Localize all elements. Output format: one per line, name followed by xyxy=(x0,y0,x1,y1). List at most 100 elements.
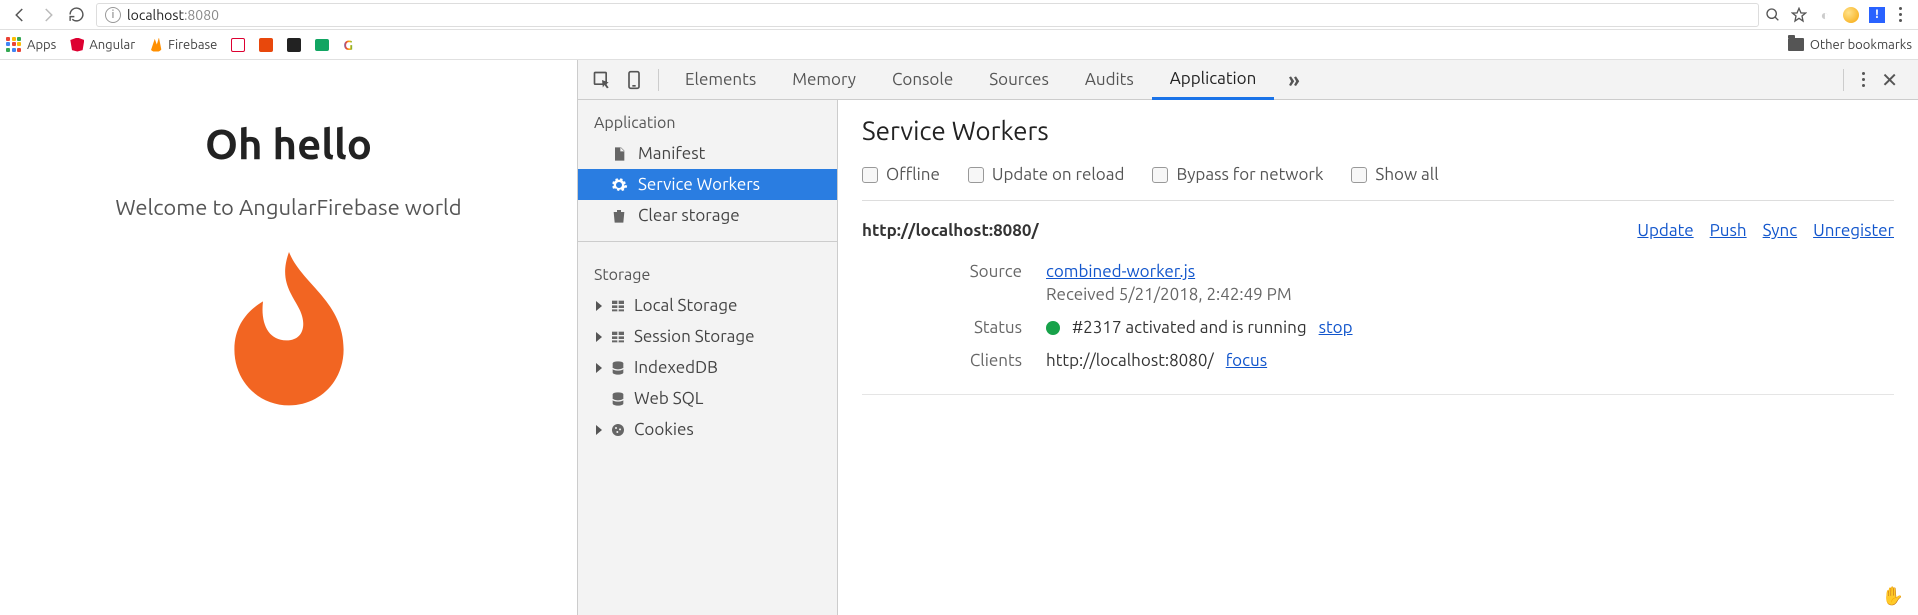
bookmark-5-icon xyxy=(259,38,273,52)
sw-action-push[interactable]: Push xyxy=(1710,221,1747,240)
bookmark-4[interactable] xyxy=(231,38,245,52)
sw-status-text: #2317 activated and is running xyxy=(1072,318,1307,337)
sidebar-item-label: Service Workers xyxy=(638,175,760,194)
checkbox[interactable] xyxy=(1351,167,1367,183)
google-icon: G xyxy=(343,37,353,53)
bookmark-angular[interactable]: Angular xyxy=(70,38,135,52)
table-icon xyxy=(610,298,626,314)
other-bookmarks[interactable]: Other bookmarks xyxy=(1788,38,1912,52)
site-info-icon[interactable]: i xyxy=(105,7,121,23)
tab-sources[interactable]: Sources xyxy=(971,60,1067,100)
table-icon xyxy=(610,329,626,345)
sidebar-item-label: Clear storage xyxy=(638,206,740,225)
devtools-menu-button[interactable] xyxy=(1858,68,1869,91)
inspect-element-button[interactable] xyxy=(586,64,618,96)
sw-source-received: Received 5/21/2018, 2:42:49 PM xyxy=(1046,285,1292,304)
nav-right-icons: ◐ ! xyxy=(1765,3,1912,26)
cookie-icon xyxy=(610,422,626,438)
bookmarks-apps[interactable]: Apps xyxy=(6,37,56,53)
folder-icon xyxy=(1788,38,1804,51)
service-worker-block: http://localhost:8080/ Update Push Sync … xyxy=(862,221,1894,395)
tab-memory[interactable]: Memory xyxy=(774,60,874,100)
trash-icon xyxy=(610,207,628,225)
sidebar-item-service-workers[interactable]: Service Workers xyxy=(578,169,837,200)
sw-source-file[interactable]: combined-worker.js xyxy=(1046,262,1292,281)
tabs-overflow-button[interactable]: » xyxy=(1274,68,1313,91)
expand-icon[interactable] xyxy=(596,363,602,373)
browser-nav-bar: i localhost:8080 ◐ ! xyxy=(0,0,1918,30)
checkbox[interactable] xyxy=(968,167,984,183)
zoom-icon[interactable] xyxy=(1765,7,1781,23)
tab-separator xyxy=(658,69,659,91)
panel-title: Service Workers xyxy=(862,116,1894,145)
forward-button[interactable] xyxy=(34,1,62,29)
sidebar-item-label: Session Storage xyxy=(634,327,755,346)
status-dot-icon xyxy=(1046,321,1060,335)
sw-action-update[interactable]: Update xyxy=(1637,221,1693,240)
reload-button[interactable] xyxy=(62,1,90,29)
tab-audits[interactable]: Audits xyxy=(1067,60,1152,100)
sidebar-item-manifest[interactable]: Manifest xyxy=(578,138,837,169)
hand-cursor-icon: ✋ xyxy=(1882,586,1904,607)
row-label: Clients xyxy=(862,351,1022,370)
browser-menu-button[interactable] xyxy=(1895,3,1906,26)
back-button[interactable] xyxy=(6,1,34,29)
bookmark-7-icon xyxy=(315,39,329,51)
expand-icon[interactable] xyxy=(596,332,602,342)
angular-icon xyxy=(70,38,84,52)
sidebar-item-local-storage[interactable]: Local Storage xyxy=(578,290,837,321)
option-offline[interactable]: Offline xyxy=(862,165,940,184)
tab-console[interactable]: Console xyxy=(874,60,971,100)
bookmark-6[interactable] xyxy=(287,38,301,52)
sw-status-stop[interactable]: stop xyxy=(1319,318,1353,337)
other-bookmarks-label: Other bookmarks xyxy=(1810,38,1912,52)
devtools-tab-bar: Elements Memory Console Sources Audits A… xyxy=(578,60,1918,100)
main-area: Oh hello Welcome to AngularFirebase worl… xyxy=(0,60,1918,615)
sidebar-item-session-storage[interactable]: Session Storage xyxy=(578,321,837,352)
right-separator xyxy=(1843,69,1844,91)
bookmark-firebase[interactable]: Firebase xyxy=(149,38,217,52)
devtools-body: Application Manifest Service Workers Cle… xyxy=(578,100,1918,615)
option-show-all[interactable]: Show all xyxy=(1351,165,1438,184)
ext-icon-2[interactable] xyxy=(1843,7,1859,23)
sidebar-item-clear-storage[interactable]: Clear storage xyxy=(578,200,837,231)
sw-action-sync[interactable]: Sync xyxy=(1763,221,1798,240)
sidebar-item-cookies[interactable]: Cookies xyxy=(578,414,837,445)
option-update-on-reload[interactable]: Update on reload xyxy=(968,165,1125,184)
star-icon[interactable] xyxy=(1791,7,1807,23)
sidebar-item-websql[interactable]: Web SQL xyxy=(578,383,837,414)
sidebar-section-storage: Storage xyxy=(578,252,837,290)
row-label: Source xyxy=(862,262,1022,281)
sidebar-item-label: Web SQL xyxy=(634,389,703,408)
sidebar-item-label: Cookies xyxy=(634,420,694,439)
checkbox[interactable] xyxy=(862,167,878,183)
sidebar-item-label: Manifest xyxy=(638,144,705,163)
address-bar[interactable]: i localhost:8080 xyxy=(96,3,1759,27)
expand-icon[interactable] xyxy=(596,301,602,311)
option-bypass-for-network[interactable]: Bypass for network xyxy=(1152,165,1323,184)
gear-icon xyxy=(610,176,628,194)
bookmark-4-icon xyxy=(231,38,245,52)
tab-elements[interactable]: Elements xyxy=(667,60,774,100)
apps-icon xyxy=(6,37,22,53)
bookmark-7[interactable] xyxy=(315,39,329,51)
bookmark-8[interactable]: G xyxy=(343,37,353,53)
service-worker-actions: Update Push Sync Unregister xyxy=(1637,221,1894,240)
page-subtitle: Welcome to AngularFirebase world xyxy=(115,195,461,220)
device-toggle-button[interactable] xyxy=(618,64,650,96)
checkbox[interactable] xyxy=(1152,167,1168,183)
ext-icon-1[interactable]: ◐ xyxy=(1817,7,1833,23)
sw-action-unregister[interactable]: Unregister xyxy=(1813,221,1894,240)
firebase-icon xyxy=(149,38,163,52)
sw-row-source: Source combined-worker.js Received 5/21/… xyxy=(862,262,1894,304)
option-label: Show all xyxy=(1375,165,1438,184)
document-icon xyxy=(610,145,628,163)
expand-icon[interactable] xyxy=(596,425,602,435)
devtools-close-button[interactable]: ✕ xyxy=(1875,68,1904,92)
sidebar-item-indexeddb[interactable]: IndexedDB xyxy=(578,352,837,383)
bookmark-5[interactable] xyxy=(259,38,273,52)
sw-client-focus[interactable]: focus xyxy=(1226,351,1267,370)
sidebar-divider xyxy=(578,241,837,242)
tab-application[interactable]: Application xyxy=(1152,60,1275,100)
ext-icon-3[interactable]: ! xyxy=(1869,7,1885,23)
